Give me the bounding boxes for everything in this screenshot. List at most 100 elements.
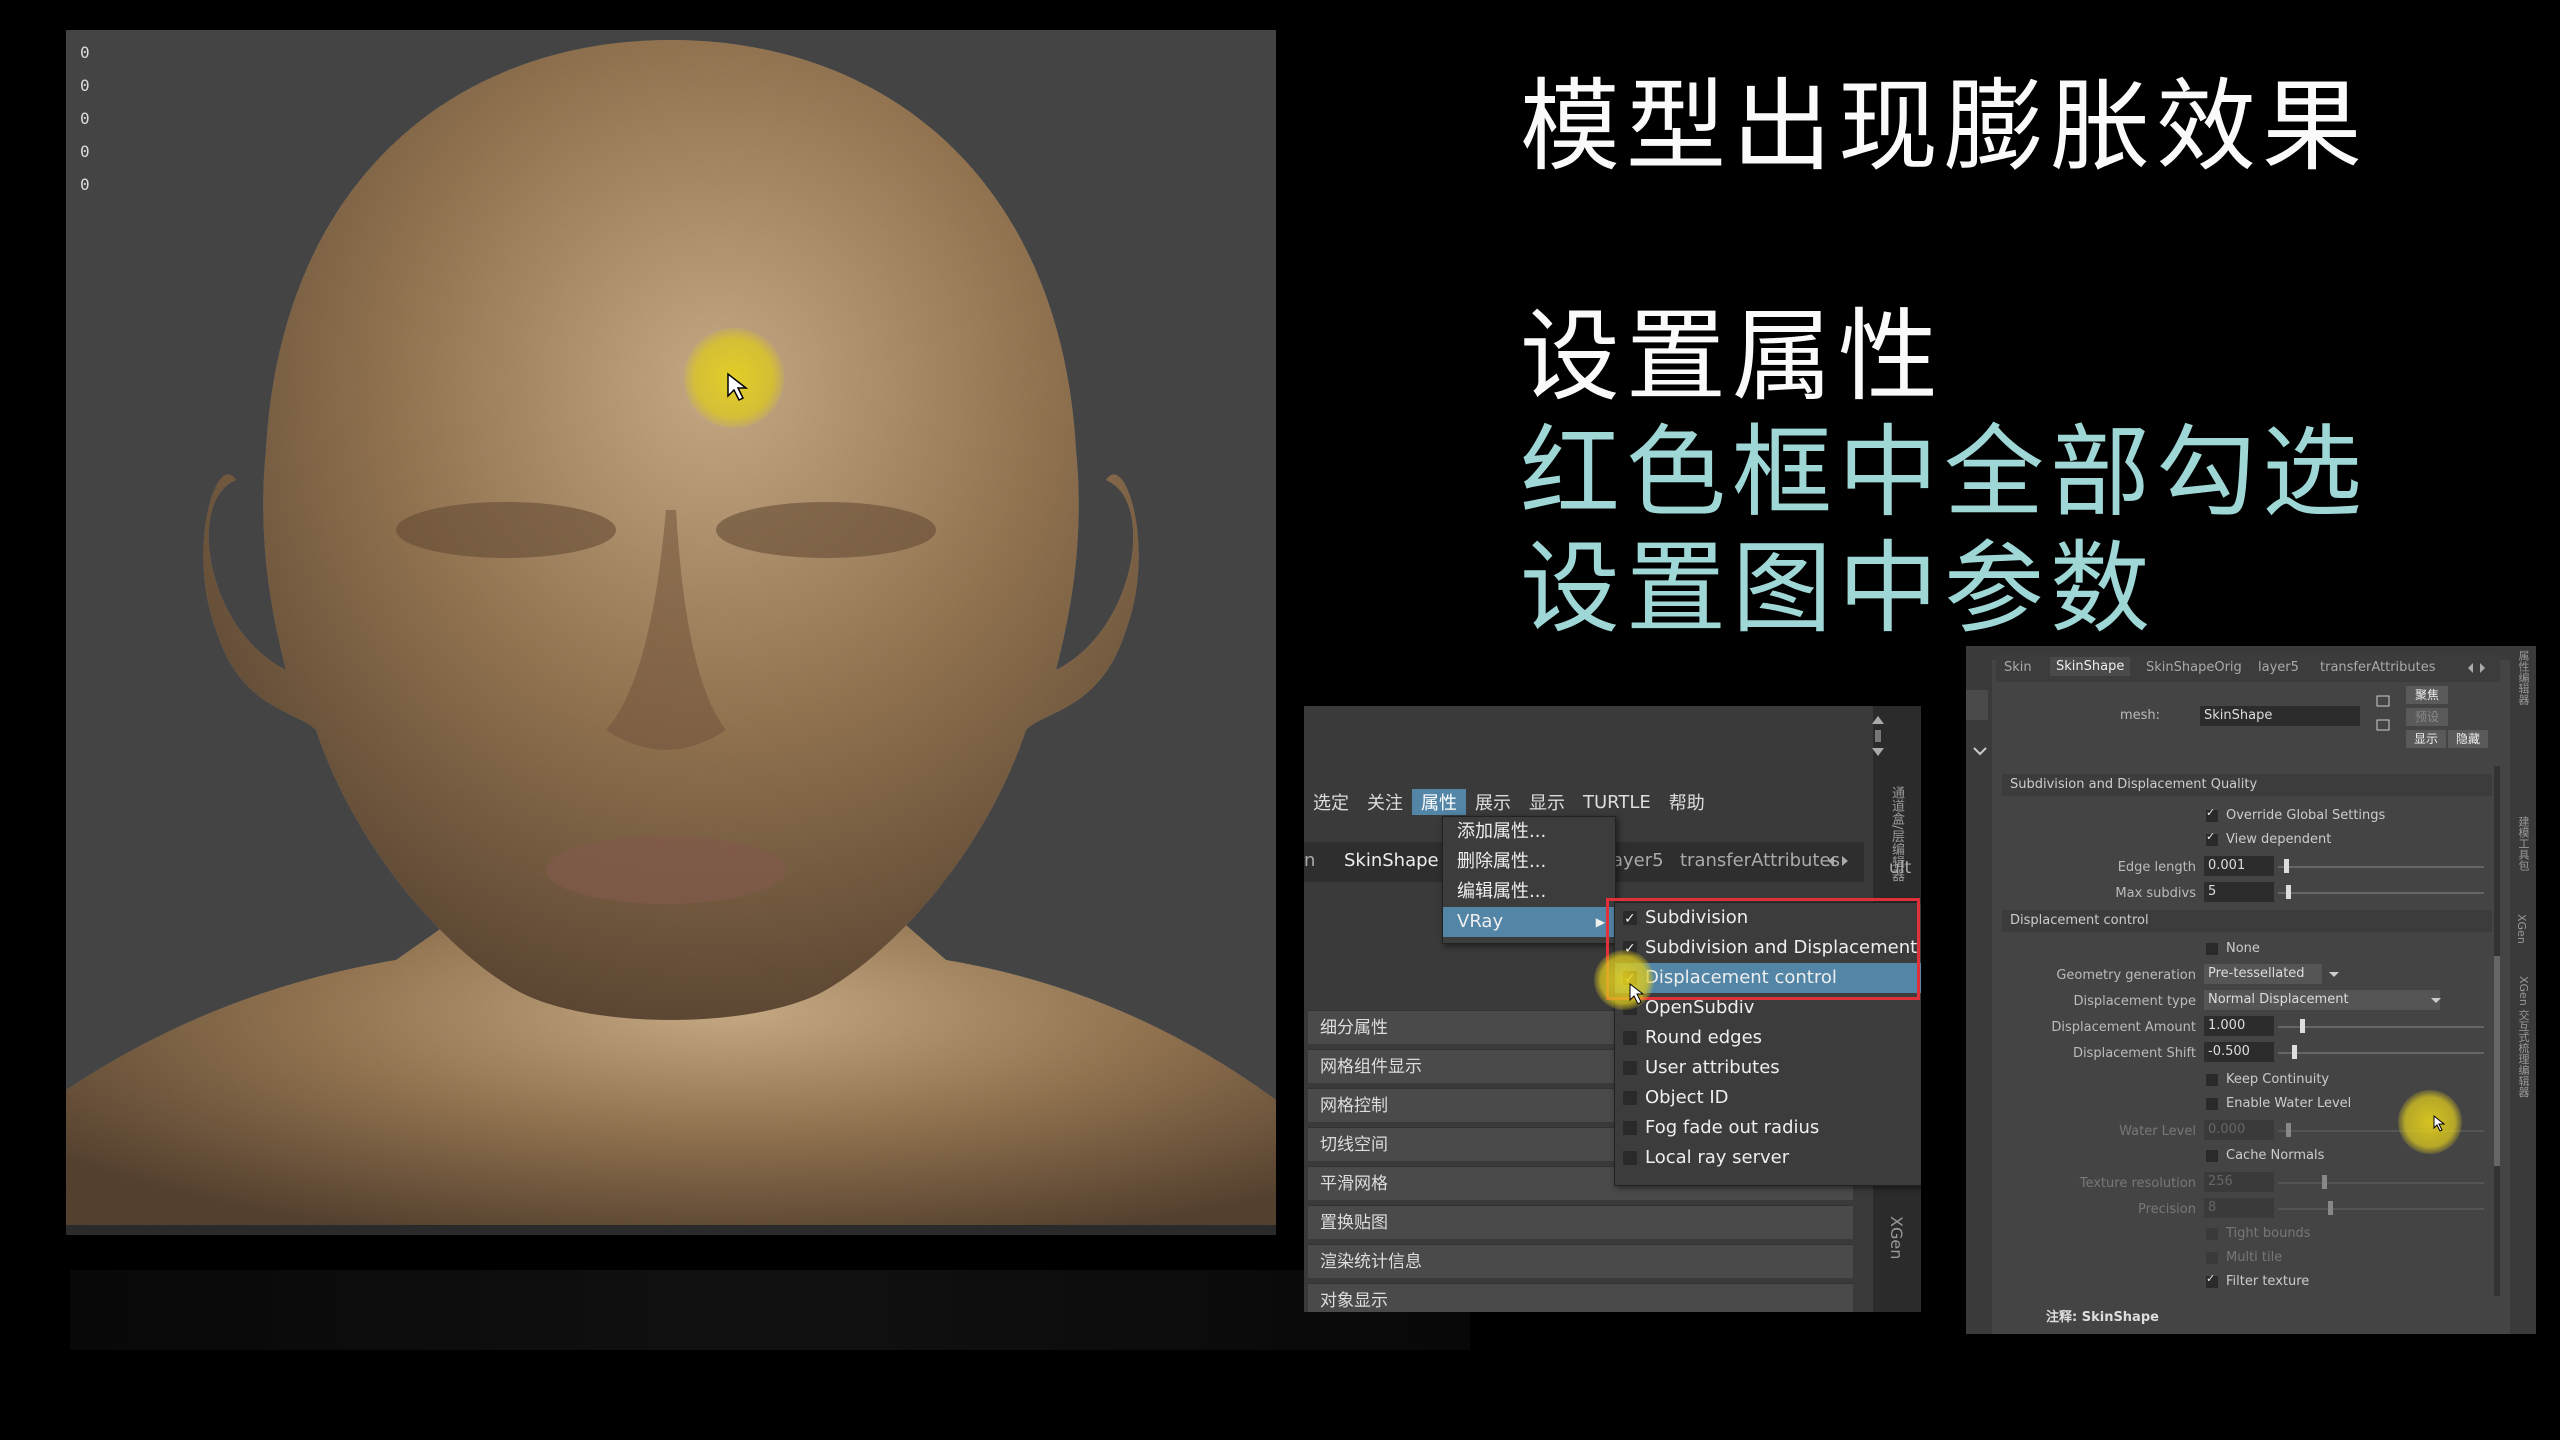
vray-round-edges-label: Round edges xyxy=(1645,1027,1763,1048)
menu-select[interactable]: 选定 xyxy=(1304,789,1358,815)
enable-water-level-checkbox[interactable] xyxy=(2206,1098,2218,1110)
panel-scrollbar[interactable] xyxy=(2494,766,2500,1296)
presets-button[interactable]: 预设 xyxy=(2406,708,2448,726)
menu-item-add-attribute[interactable]: 添加属性... xyxy=(1443,817,1615,847)
displacement-shift-slider-handle[interactable] xyxy=(2292,1045,2297,1059)
chevron-down-icon[interactable] xyxy=(1972,746,1988,756)
mouse-pointer-icon xyxy=(2433,1114,2446,1132)
geometry-generation-dropdown[interactable]: Pre-tessellated xyxy=(2204,964,2322,984)
dock-label-modeling-toolkit[interactable]: 建模工具包 xyxy=(2515,816,2531,871)
attribute-editor-menubar: 选定 关注 属性 展示 显示 TURTLE 帮助 xyxy=(1304,784,1864,820)
tab-layer5[interactable]: layer5 xyxy=(2258,660,2299,675)
menu-display[interactable]: 显示 xyxy=(1520,789,1574,815)
chevron-down-icon[interactable] xyxy=(2430,997,2442,1005)
none-checkbox[interactable] xyxy=(2206,943,2218,955)
checkbox-empty-icon xyxy=(1623,1121,1637,1135)
tab-scroll-arrows-icon[interactable] xyxy=(1826,854,1852,868)
mouse-pointer-icon xyxy=(1629,982,1645,1005)
precision-slider xyxy=(2278,1208,2484,1210)
vray-user-attributes[interactable]: User attributes xyxy=(1615,1053,1921,1083)
section-render-stats[interactable]: 渲染统计信息 xyxy=(1308,1244,1853,1278)
vray-fog-fade-out-radius[interactable]: Fog fade out radius xyxy=(1615,1113,1921,1143)
tight-bounds-checkbox xyxy=(2206,1228,2218,1240)
water-level-field: 0.000 xyxy=(2204,1120,2274,1140)
max-subdivs-slider[interactable] xyxy=(2278,892,2484,894)
tab-scroll-arrows-icon[interactable] xyxy=(2466,662,2488,674)
tab-skinshape[interactable]: SkinShape xyxy=(2050,657,2131,676)
displacement-shift-field[interactable]: -0.500 xyxy=(2204,1042,2274,1062)
max-subdivs-slider-handle[interactable] xyxy=(2286,885,2291,899)
edge-length-label: Edge length xyxy=(2117,860,2196,875)
vray-attribute-editor-panel: Skin SkinShape SkinShapeOrig layer5 tran… xyxy=(1966,646,2536,1334)
precision-slider-handle xyxy=(2328,1201,2333,1215)
group-subdiv-displacement-quality[interactable]: Subdivision and Displacement Quality xyxy=(2002,774,2492,796)
displacement-amount-field[interactable]: 1.000 xyxy=(2204,1016,2274,1036)
tab-skin[interactable]: Skin xyxy=(2004,660,2032,675)
tab-transfer-attributes[interactable]: transferAttributes xyxy=(2320,660,2436,675)
tab-skinshape[interactable]: SkinShape xyxy=(1344,850,1439,871)
tab-layer5[interactable]: ayer5 xyxy=(1612,850,1664,871)
menu-item-edit-attribute[interactable]: 编辑属性... xyxy=(1443,877,1615,907)
keep-continuity-label: Keep Continuity xyxy=(2226,1072,2330,1087)
focus-button[interactable]: 聚焦 xyxy=(2406,686,2448,704)
view-dependent-checkbox[interactable] xyxy=(2206,830,2218,846)
override-global-checkbox[interactable] xyxy=(2206,806,2218,822)
rendered-head-image xyxy=(66,40,1276,1235)
menu-help[interactable]: 帮助 xyxy=(1660,789,1714,815)
cache-normals-checkbox[interactable] xyxy=(2206,1150,2218,1162)
dock-label-xgen[interactable]: XGen xyxy=(2515,914,2528,944)
select-node-icon[interactable] xyxy=(2376,694,2392,708)
attributes-dropdown-menu: 添加属性... 删除属性... 编辑属性... VRay ▶ xyxy=(1442,816,1616,944)
section-object-display[interactable]: 对象显示 xyxy=(1308,1283,1853,1312)
dock-label-fragment[interactable]: ult xyxy=(1889,858,1911,878)
displacement-shift-slider[interactable] xyxy=(2278,1052,2484,1054)
dock-label-attribute-editor[interactable]: 属性编辑器 xyxy=(2515,650,2531,705)
displacement-shift-label: Displacement Shift xyxy=(2072,1046,2196,1061)
menu-turtle[interactable]: TURTLE xyxy=(1574,792,1660,813)
menu-show[interactable]: 展示 xyxy=(1466,789,1520,815)
edge-length-slider-handle[interactable] xyxy=(2284,859,2289,873)
dock-label-xgen[interactable]: XGen xyxy=(1887,1216,1906,1259)
menu-item-vray[interactable]: VRay ▶ xyxy=(1443,907,1615,937)
texture-resolution-field: 256 xyxy=(2204,1172,2274,1192)
slide-title: 模型出现膨胀效果 xyxy=(1520,68,2368,185)
tab-fragment[interactable]: n xyxy=(1304,850,1315,871)
menu-item-delete-attribute[interactable]: 删除属性... xyxy=(1443,847,1615,877)
scroll-arrows-icon[interactable] xyxy=(1868,712,1888,762)
displacement-amount-slider-handle[interactable] xyxy=(2300,1019,2305,1033)
show-button[interactable]: 显示 xyxy=(2406,730,2446,748)
tab-skinshape-orig[interactable]: SkinShapeOrig xyxy=(2146,660,2242,675)
dock-label-xgen-groom-editor[interactable]: XGen 交互式梳理编辑器 xyxy=(2515,976,2531,1097)
multi-tile-label: Multi tile xyxy=(2226,1250,2283,1265)
panel-scrollbar-thumb[interactable] xyxy=(2494,956,2500,1166)
hide-button[interactable]: 隐藏 xyxy=(2448,730,2488,748)
menu-focus[interactable]: 关注 xyxy=(1358,789,1412,815)
vray-local-ray-server[interactable]: Local ray server xyxy=(1615,1143,1921,1173)
displacement-type-dropdown[interactable]: Normal Displacement xyxy=(2204,990,2440,1010)
displacement-amount-label: Displacement Amount xyxy=(2051,1020,2196,1035)
filter-texture-label: Filter texture xyxy=(2226,1274,2310,1289)
section-displacement-map[interactable]: 置换贴图 xyxy=(1308,1205,1853,1239)
notes-label: 注释: SkinShape xyxy=(2046,1310,2159,1325)
edge-length-field[interactable]: 0.001 xyxy=(2204,856,2274,876)
menu-attributes[interactable]: 属性 xyxy=(1412,789,1466,815)
left-gutter-mark[interactable] xyxy=(1966,690,1988,720)
filter-texture-checkbox[interactable] xyxy=(2206,1272,2218,1288)
left-gutter xyxy=(1966,646,1992,1334)
right-dock-strip: 属性编辑器 建模工具包 XGen XGen 交互式梳理编辑器 xyxy=(2510,646,2536,1334)
keep-continuity-checkbox[interactable] xyxy=(2206,1074,2218,1086)
render-viewport[interactable]: 0 0 0 0 0 xyxy=(66,30,1276,1235)
max-subdivs-field[interactable]: 5 xyxy=(2204,882,2274,902)
submenu-arrow-icon: ▶ xyxy=(1595,915,1605,929)
tab-transfer-attributes[interactable]: transferAttributes xyxy=(1680,850,1840,871)
chevron-down-icon[interactable] xyxy=(2328,971,2340,979)
edge-length-slider[interactable] xyxy=(2278,866,2484,868)
mesh-name-field[interactable]: SkinShape xyxy=(2200,706,2360,726)
displacement-amount-slider[interactable] xyxy=(2278,1026,2484,1028)
displacement-type-label: Displacement type xyxy=(2073,994,2196,1009)
load-node-icon[interactable] xyxy=(2376,718,2392,732)
vray-object-id[interactable]: Object ID xyxy=(1615,1083,1921,1113)
group-displacement-control[interactable]: Displacement control xyxy=(2002,910,2492,932)
max-subdivs-label: Max subdivs xyxy=(2115,886,2196,901)
vray-round-edges[interactable]: Round edges xyxy=(1615,1023,1921,1053)
